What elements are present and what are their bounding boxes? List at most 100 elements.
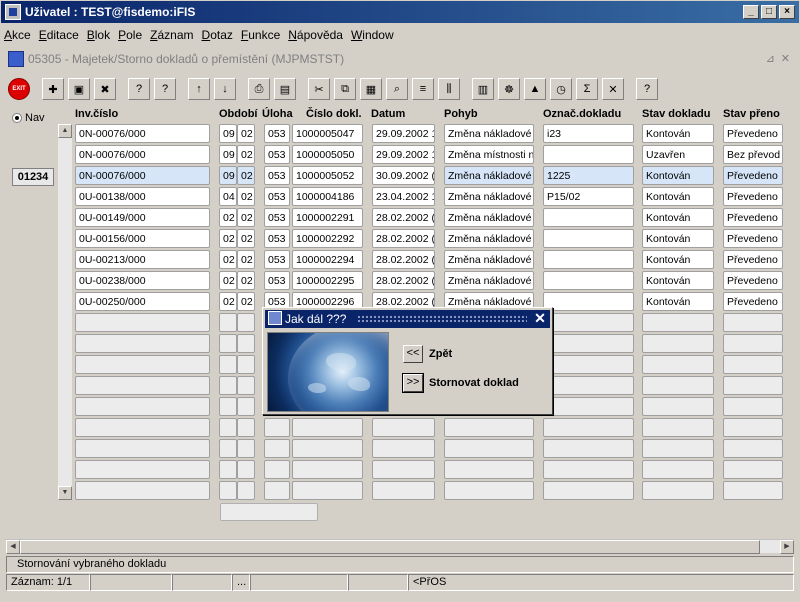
cell-datum[interactable]: 28.02.2002 ( (372, 229, 435, 248)
cell-o2[interactable]: 02 (237, 250, 255, 269)
cell-inv[interactable] (75, 460, 210, 479)
cell-o1[interactable]: 02 (219, 271, 237, 290)
execute-query-icon[interactable]: ? (154, 78, 176, 100)
cell-datum[interactable]: 28.02.2002 ( (372, 208, 435, 227)
cell-stav[interactable]: Kontován (642, 229, 714, 248)
cell-pohyb[interactable]: Změna nákladové (444, 271, 534, 290)
insert-record-icon[interactable]: ✚ (42, 78, 64, 100)
cell-stav[interactable] (642, 397, 714, 416)
cell-o2[interactable] (237, 376, 255, 395)
cell-inv[interactable]: 0U-00138/000 (75, 187, 210, 206)
cell-pohyb[interactable]: Změna nákladové (444, 208, 534, 227)
wheel-icon[interactable]: ☸ (498, 78, 520, 100)
cell-cislo[interactable] (292, 418, 363, 437)
cell-datum[interactable] (372, 439, 435, 458)
cell-stavp[interactable]: Převedeno (723, 208, 783, 227)
cell-cislo[interactable] (292, 460, 363, 479)
cell-pohyb[interactable] (444, 418, 534, 437)
cell-cislo[interactable] (292, 439, 363, 458)
form-close-icon[interactable]: ✕ (781, 52, 790, 65)
cell-cislo[interactable]: 1000004186 (292, 187, 363, 206)
cell-oznac[interactable] (543, 418, 634, 437)
cell-oznac[interactable] (543, 292, 634, 311)
menu-funkce[interactable]: Funkce (241, 28, 280, 42)
cell-uloha[interactable]: 053 (264, 208, 290, 227)
cell-pohyb[interactable]: Změna nákladové (444, 187, 534, 206)
cell-pohyb[interactable]: Změna nákladové (444, 229, 534, 248)
cell-pohyb[interactable] (444, 481, 534, 500)
cell-o2[interactable] (237, 439, 255, 458)
cell-oznac[interactable] (543, 460, 634, 479)
back-button[interactable]: << (403, 345, 423, 363)
sort-asc-icon[interactable]: ↑ (188, 78, 210, 100)
cell-o2[interactable]: 02 (237, 124, 255, 143)
cell-inv[interactable]: 0U-00250/000 (75, 292, 210, 311)
cell-oznac[interactable]: i23 (543, 124, 634, 143)
cell-pohyb[interactable]: Změna nákladové (444, 124, 534, 143)
cell-oznac[interactable] (543, 145, 634, 164)
cell-stavp[interactable]: Převedeno (723, 187, 783, 206)
cell-o2[interactable]: 02 (237, 145, 255, 164)
save-icon[interactable]: ▣ (68, 78, 90, 100)
cell-stavp[interactable] (723, 397, 783, 416)
cell-stav[interactable] (642, 481, 714, 500)
sum-icon[interactable]: Σ (576, 78, 598, 100)
cell-o2[interactable] (237, 313, 255, 332)
cell-inv[interactable] (75, 355, 210, 374)
paste-icon[interactable]: ▦ (360, 78, 382, 100)
cell-cislo[interactable]: 1000002291 (292, 208, 363, 227)
cell-stav[interactable]: Kontován (642, 166, 714, 185)
cell-uloha[interactable] (264, 460, 290, 479)
cell-inv[interactable] (75, 397, 210, 416)
cell-stav[interactable] (642, 439, 714, 458)
cell-stavp[interactable] (723, 439, 783, 458)
cell-o1[interactable] (219, 313, 237, 332)
cell-inv[interactable]: 0U-00156/000 (75, 229, 210, 248)
cell-oznac[interactable] (543, 376, 634, 395)
cell-o2[interactable] (237, 418, 255, 437)
cell-o2[interactable]: 02 (237, 208, 255, 227)
scroll-down-icon[interactable]: ▼ (58, 486, 72, 500)
cell-stav[interactable] (642, 418, 714, 437)
cell-inv[interactable] (75, 418, 210, 437)
cell-cislo[interactable]: 1000005047 (292, 124, 363, 143)
dialog-close-icon[interactable]: ✕ (532, 311, 548, 327)
cell-inv[interactable]: 0U-00213/000 (75, 250, 210, 269)
cell-oznac[interactable]: 1225 (543, 166, 634, 185)
nav-radio-icon[interactable] (12, 113, 22, 123)
cell-stav[interactable]: Kontován (642, 292, 714, 311)
cell-stav[interactable]: Kontován (642, 187, 714, 206)
close-button[interactable]: × (779, 5, 795, 19)
cell-o2[interactable] (237, 334, 255, 353)
cell-stavp[interactable] (723, 355, 783, 374)
cell-o1[interactable]: 09 (219, 145, 237, 164)
copy-icon[interactable]: ⧉ (334, 78, 356, 100)
cell-stavp[interactable] (723, 481, 783, 500)
form-minimize-icon[interactable]: ⊿ (766, 52, 775, 65)
cell-cislo[interactable] (292, 481, 363, 500)
help-icon[interactable]: ? (636, 78, 658, 100)
delete-record-icon[interactable]: ✖ (94, 78, 116, 100)
cell-oznac[interactable] (543, 439, 634, 458)
cell-pohyb[interactable]: Změna nákladové (444, 250, 534, 269)
cell-uloha[interactable]: 053 (264, 145, 290, 164)
cell-cislo[interactable]: 1000005050 (292, 145, 363, 164)
cell-o1[interactable] (219, 481, 237, 500)
cell-stavp[interactable] (723, 313, 783, 332)
summary-field[interactable] (220, 503, 318, 521)
cell-inv[interactable] (75, 313, 210, 332)
cell-stavp[interactable]: Bez převod (723, 145, 783, 164)
menu-window[interactable]: Window (351, 28, 394, 42)
nav-radio[interactable]: Nav (12, 112, 45, 124)
cell-datum[interactable]: 28.02.2002 ( (372, 250, 435, 269)
menu-napoveda[interactable]: Nápověda (288, 28, 343, 42)
cell-stavp[interactable]: Převedeno (723, 124, 783, 143)
cell-o1[interactable]: 02 (219, 292, 237, 311)
cell-datum[interactable] (372, 460, 435, 479)
cell-oznac[interactable] (543, 334, 634, 353)
vertical-scrollbar[interactable]: ▲ ▼ (58, 124, 72, 500)
cell-stavp[interactable]: Převedeno (723, 271, 783, 290)
menu-pole[interactable]: Pole (118, 28, 142, 42)
cell-pohyb[interactable] (444, 439, 534, 458)
cell-o1[interactable]: 09 (219, 124, 237, 143)
